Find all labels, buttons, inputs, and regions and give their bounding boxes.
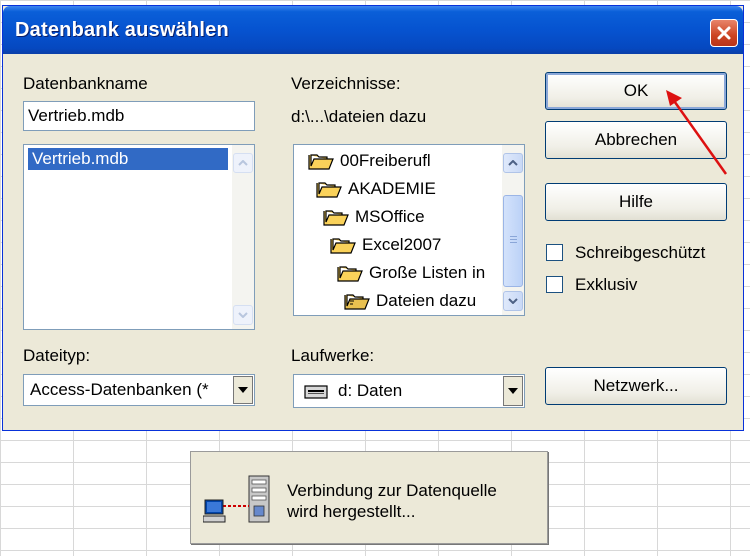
drive-dropdown-button[interactable] <box>503 376 523 406</box>
file-type-dropdown-button[interactable] <box>233 376 253 404</box>
folder-open-icon <box>316 182 342 198</box>
file-list-scrollbar[interactable] <box>232 145 254 329</box>
file-type-label: Dateityp: <box>23 346 91 365</box>
chevron-down-icon <box>508 298 518 304</box>
folder-label: Dateien dazu <box>376 291 477 310</box>
folder-label: 00Freiberufl <box>340 151 431 170</box>
chevron-down-icon <box>508 388 518 394</box>
folder-open-icon <box>337 266 363 282</box>
status-message: Verbindung zur Datenquelle wird hergeste… <box>287 480 497 522</box>
scroll-up-button[interactable] <box>503 153 523 173</box>
file-type-select[interactable]: Access-Datenbanken (* <box>23 374 255 406</box>
chevron-down-icon <box>238 387 248 393</box>
database-name-input[interactable]: Vertrieb.mdb <box>23 101 255 131</box>
exclusive-label: Exklusiv <box>575 275 638 294</box>
database-name-label: Datenbankname <box>23 74 148 93</box>
folder-open-icon <box>344 294 370 310</box>
close-button[interactable] <box>710 19 738 47</box>
drives-label: Laufwerke: <box>291 346 375 365</box>
scroll-up-button[interactable] <box>233 153 253 173</box>
file-item-label: Vertrieb.mdb <box>32 149 129 168</box>
chevron-up-icon <box>508 160 518 166</box>
dialog-title: Datenbank auswählen <box>15 19 229 41</box>
scroll-down-button[interactable] <box>503 291 523 311</box>
help-button[interactable]: Hilfe <box>545 183 727 221</box>
scroll-down-button[interactable] <box>233 305 253 325</box>
close-icon <box>717 26 731 40</box>
folder-open-icon <box>323 210 349 226</box>
status-line-1: Verbindung zur Datenquelle <box>287 481 497 500</box>
list-item[interactable]: Dateien dazu <box>344 291 476 311</box>
readonly-label: Schreibgeschützt <box>575 243 706 262</box>
status-line-2: wird hergestellt... <box>287 502 416 521</box>
directory-scrollbar[interactable] <box>502 145 524 315</box>
drive-select[interactable]: d: Daten <box>293 374 525 408</box>
file-type-value: Access-Datenbanken (* <box>30 380 209 399</box>
connection-status-popup: Verbindung zur Datenquelle wird hergeste… <box>190 451 548 544</box>
network-button[interactable]: Netzwerk... <box>545 367 727 405</box>
red-arrow-icon <box>666 90 728 175</box>
select-database-dialog: Datenbank auswählen Datenbankname Vertri… <box>2 5 744 431</box>
folder-label: Excel2007 <box>362 235 442 254</box>
drive-value: d: Daten <box>338 381 403 400</box>
list-item[interactable]: 00Freiberufl <box>308 151 431 171</box>
list-item[interactable]: Vertrieb.mdb <box>28 148 228 170</box>
chevron-down-icon <box>238 312 248 318</box>
list-item[interactable]: AKADEMIE <box>316 179 436 199</box>
folder-label: Große Listen in <box>369 263 486 282</box>
folder-open-icon <box>308 154 334 170</box>
title-bar[interactable]: Datenbank auswählen <box>3 6 743 54</box>
database-file-list[interactable]: Vertrieb.mdb <box>23 144 255 330</box>
exclusive-checkbox[interactable] <box>546 276 563 293</box>
current-path: d:\...\dateien dazu <box>291 107 427 126</box>
directory-tree-list[interactable]: 00Freiberufl AKADEMIE MSOffice Excel2007… <box>293 144 525 316</box>
scroll-thumb[interactable] <box>503 195 523 287</box>
chevron-up-icon <box>238 160 248 166</box>
folder-open-icon <box>330 238 356 254</box>
network-connection-icon <box>203 475 270 523</box>
folder-label: MSOffice <box>355 207 425 226</box>
drive-icon <box>304 385 328 399</box>
folder-label: AKADEMIE <box>348 179 436 198</box>
list-item[interactable]: MSOffice <box>323 207 425 227</box>
list-item[interactable]: Excel2007 <box>330 235 441 255</box>
readonly-checkbox[interactable] <box>546 244 563 261</box>
list-item[interactable]: Große Listen in <box>337 263 485 283</box>
directories-label: Verzeichnisse: <box>291 74 401 93</box>
